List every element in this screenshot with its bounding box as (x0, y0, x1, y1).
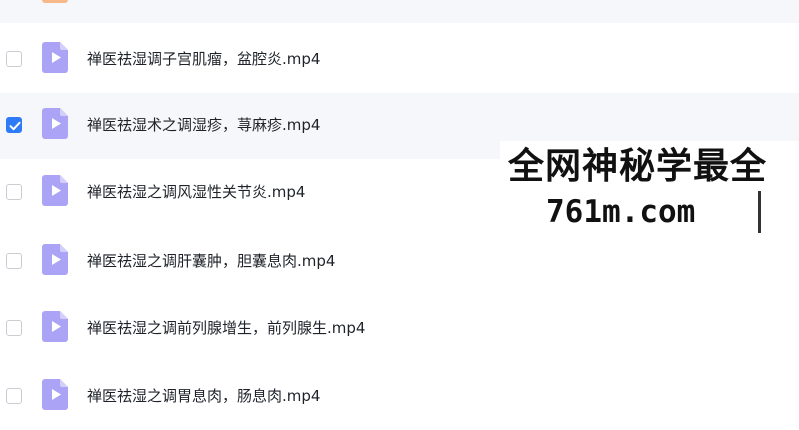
folder-icon (42, 0, 68, 3)
row-checkbox-checked[interactable] (6, 117, 22, 133)
file-row[interactable]: 禅医祛湿之调胃息肉，肠息肉.mp4 (0, 364, 799, 430)
watermark-slogan: 全网神秘学最全 (508, 146, 768, 187)
file-name[interactable]: 禅医祛湿之调前列腺增生，前列腺生.mp4 (87, 318, 365, 338)
watermark-url: 761m.com (546, 194, 696, 230)
file-row[interactable]: 禅医祛湿调子宫肌瘤，盆腔炎.mp4 (0, 27, 799, 93)
row-checkbox[interactable] (6, 320, 22, 336)
row-checkbox[interactable] (6, 388, 22, 404)
row-checkbox[interactable] (6, 51, 22, 67)
file-row[interactable]: 禅医祛湿之调前列腺增生，前列腺生.mp4 (0, 296, 799, 362)
file-row[interactable]: 禅医祛湿之调肝囊肿，胆囊息肉.mp4 (0, 229, 799, 295)
watermark-divider (758, 191, 761, 233)
video-file-icon (42, 311, 68, 342)
row-checkbox[interactable] (6, 184, 22, 200)
video-file-icon (42, 42, 68, 73)
checkmark-icon (9, 121, 21, 131)
file-row-partial[interactable] (0, 0, 799, 23)
file-name[interactable]: 禅医祛湿调子宫肌瘤，盆腔炎.mp4 (87, 49, 320, 69)
video-file-icon (42, 108, 68, 139)
watermark-overlay: 全网神秘学最全 761m.com (500, 141, 799, 236)
file-name[interactable]: 禅医祛湿之调肝囊肿，胆囊息肉.mp4 (87, 251, 335, 271)
video-file-icon (42, 379, 68, 410)
file-name[interactable]: 禅医祛湿之调风湿性关节炎.mp4 (87, 182, 305, 202)
video-file-icon (42, 175, 68, 206)
row-checkbox[interactable] (6, 253, 22, 269)
file-name[interactable]: 禅医祛湿之调胃息肉，肠息肉.mp4 (87, 386, 320, 406)
video-file-icon (42, 244, 68, 275)
file-name[interactable]: 禅医祛湿术之调湿疹，荨麻疹.mp4 (87, 115, 320, 135)
